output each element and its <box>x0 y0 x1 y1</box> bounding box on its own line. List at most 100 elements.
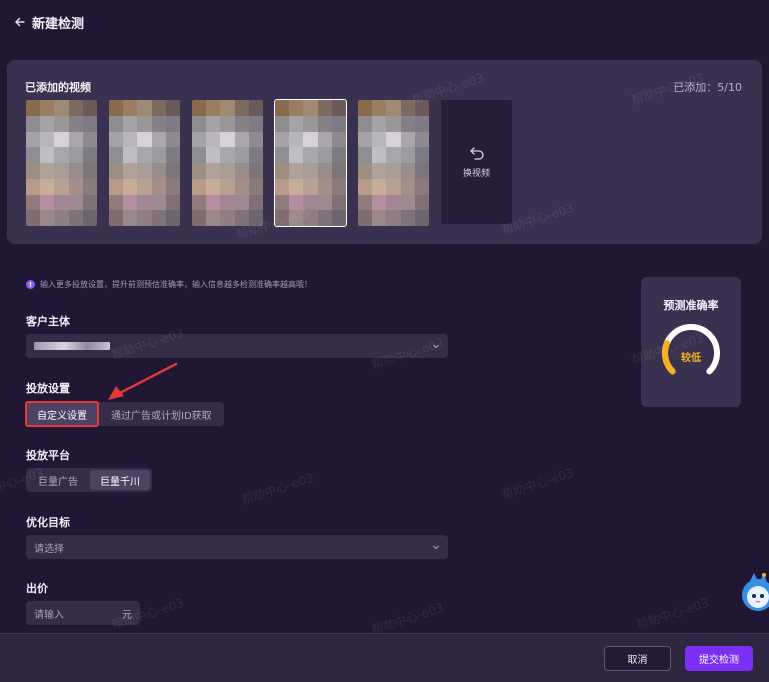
thumbnail-pixel <box>109 115 124 132</box>
thumbnail-pixel <box>303 178 318 195</box>
thumbnail-pixel <box>220 163 235 179</box>
thumbnail-pixel <box>123 178 138 195</box>
thumbnail-pixel <box>358 210 373 226</box>
thumbnail-pixel <box>372 163 387 179</box>
thumbnail-pixel <box>372 100 387 116</box>
video-thumbnail-4[interactable] <box>274 99 347 227</box>
thumbnail-pixel <box>234 163 249 179</box>
thumbnail-pixel <box>331 178 346 195</box>
thumbnail-pixel <box>123 210 138 226</box>
thumbnail-pixel <box>248 147 263 163</box>
thumbnail-pixel <box>358 115 373 132</box>
thumbnail-pixel <box>234 210 249 226</box>
optimization-goal-placeholder: 请选择 <box>34 543 64 555</box>
thumbnail-pixel <box>206 147 221 163</box>
added-videos-title: 已添加的视频 <box>25 81 91 94</box>
hint-row: ! 输入更多投放设置，提升前测预估准确率，输入信息越多检测准确率越高哦！ <box>26 279 312 290</box>
thumbnail-pixel <box>331 194 346 211</box>
thumbnail-pixel <box>54 147 69 163</box>
bid-label: 出价 <box>26 582 48 595</box>
thumbnail-pixel <box>275 163 290 179</box>
thumbnail-pixel <box>358 100 373 116</box>
thumbnail-pixel <box>192 210 207 226</box>
thumbnail-pixel <box>234 178 249 195</box>
assistant-mascot-icon[interactable] <box>736 567 769 623</box>
thumbnail-pixel <box>26 100 41 116</box>
video-thumbnail-3[interactable] <box>192 100 263 226</box>
customer-select[interactable] <box>26 334 448 358</box>
thumbnail-pixel <box>234 100 249 116</box>
thumbnail-pixel <box>54 210 69 226</box>
bid-input[interactable]: 请输入 元 <box>26 601 140 625</box>
thumbnail-pixel <box>40 163 55 179</box>
fetch-by-id-option[interactable]: 通过广告或计划ID获取 <box>101 404 222 424</box>
thumbnail-pixel <box>206 163 221 179</box>
thumbnail-pixel <box>82 100 97 116</box>
thumbnail-pixel <box>372 147 387 163</box>
thumbnail-pixel <box>386 147 401 163</box>
video-thumbnail-1[interactable] <box>26 100 97 226</box>
swap-video-button[interactable]: 换视频 <box>441 100 512 224</box>
thumbnail-pixel <box>275 100 290 116</box>
thumbnail-pixel <box>151 210 166 226</box>
thumbnail-pixel <box>192 163 207 179</box>
thumbnail-pixel <box>151 131 166 148</box>
thumbnail-pixel <box>400 100 415 116</box>
thumbnail-pixel <box>165 131 180 148</box>
thumbnail-pixel <box>303 147 318 163</box>
thumbnail-pixel <box>414 100 429 116</box>
thumbnail-pixel <box>192 178 207 195</box>
video-thumbnail-2[interactable] <box>109 100 180 226</box>
thumbnail-pixel <box>137 163 152 179</box>
thumbnail-pixel <box>26 131 41 148</box>
video-thumbnail-5[interactable] <box>358 100 429 226</box>
thumbnail-pixel <box>289 100 304 116</box>
thumbnail-pixel <box>165 147 180 163</box>
thumbnail-pixel <box>40 147 55 163</box>
thumbnail-pixel <box>400 194 415 211</box>
thumbnail-pixel <box>40 115 55 132</box>
thumbnail-pixel <box>68 100 83 116</box>
thumbnail-pixel <box>40 194 55 211</box>
custom-settings-option[interactable]: 自定义设置 <box>25 401 99 427</box>
thumbnail-pixel <box>372 131 387 148</box>
thumbnail-pixel <box>109 163 124 179</box>
annotation-arrow <box>108 362 178 400</box>
platform-toggle: 巨量广告 巨量千川 <box>26 468 152 492</box>
thumbnail-pixel <box>275 147 290 163</box>
thumbnail-pixel <box>414 147 429 163</box>
hint-text: 输入更多投放设置，提升前测预估准确率，输入信息越多检测准确率越高哦！ <box>40 280 312 289</box>
chevron-down-icon <box>433 545 439 550</box>
back-arrow-icon[interactable] <box>14 16 26 28</box>
thumbnail-pixel <box>358 163 373 179</box>
optimization-goal-select[interactable]: 请选择 <box>26 535 448 559</box>
thumbnail-pixel <box>123 147 138 163</box>
platform-option-ads[interactable]: 巨量广告 <box>28 470 88 490</box>
thumbnail-pixel <box>206 115 221 132</box>
submit-detection-button[interactable]: 提交检测 <box>685 646 753 671</box>
thumbnail-pixel <box>123 115 138 132</box>
thumbnail-pixel <box>137 194 152 211</box>
thumbnail-pixel <box>386 163 401 179</box>
thumbnail-pixel <box>82 163 97 179</box>
watermark: 帮助中心-e03 <box>634 595 711 633</box>
thumbnail-pixel <box>303 115 318 132</box>
thumbnail-pixel <box>151 194 166 211</box>
thumbnail-pixel <box>303 163 318 179</box>
cancel-button[interactable]: 取消 <box>604 646 671 671</box>
thumbnail-pixel <box>26 115 41 132</box>
thumbnail-pixel <box>331 115 346 132</box>
thumbnail-pixel <box>400 131 415 148</box>
thumbnail-pixel <box>165 100 180 116</box>
thumbnail-pixel <box>137 178 152 195</box>
chevron-down-icon <box>433 344 439 349</box>
thumbnail-pixel <box>109 178 124 195</box>
platform-option-qianchuan[interactable]: 巨量千川 <box>90 470 150 490</box>
thumbnail-pixel <box>275 131 290 148</box>
thumbnail-pixel <box>220 115 235 132</box>
thumbnail-pixel <box>331 131 346 148</box>
thumbnail-pixel <box>414 131 429 148</box>
accuracy-level: 较低 <box>681 353 701 364</box>
thumbnail-pixel <box>82 210 97 226</box>
thumbnail-pixel <box>206 131 221 148</box>
